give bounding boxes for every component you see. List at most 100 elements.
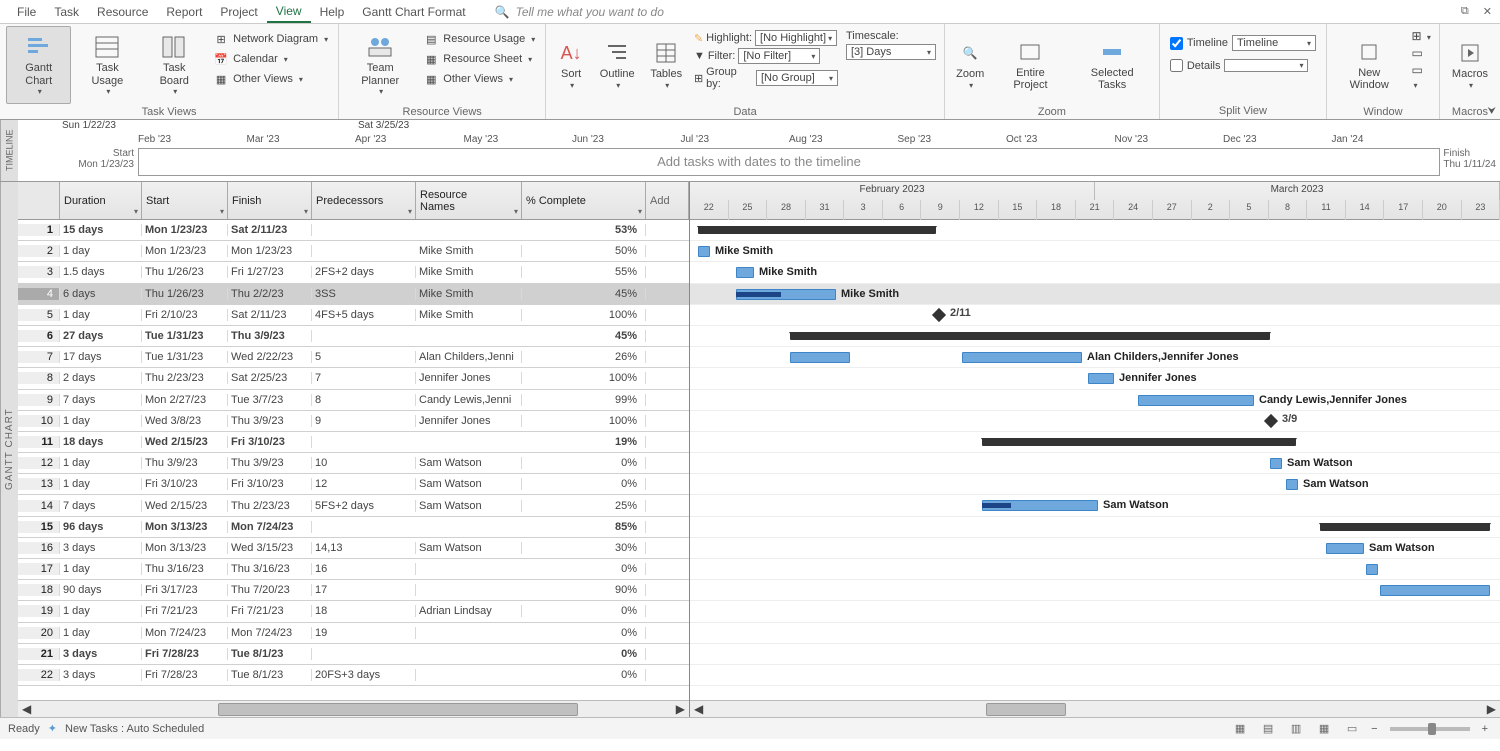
table-row[interactable]: 223 daysFri 7/28/23Tue 8/1/2320FS+3 days… [18,665,689,686]
row-number[interactable]: 1 [18,224,60,236]
cell-resource-names[interactable]: Mike Smith [416,245,522,257]
gantt-row[interactable] [690,559,1500,580]
cell-duration[interactable]: 1 day [60,478,142,490]
gantt-row[interactable]: 2/11 [690,305,1500,326]
view-shortcut-2[interactable]: ▤ [1255,720,1281,738]
cell-resource-names[interactable]: Sam Watson [416,500,522,512]
timeline-body[interactable]: Sun 1/22/23 Sat 3/25/23 Feb '23Mar '23Ap… [18,120,1500,181]
filter-control[interactable]: ▼ Filter: [No Filter]▾ [694,48,838,64]
gantt-task-bar[interactable]: Alan Childers,Jennifer Jones [962,352,1082,363]
close-window-icon[interactable]: ✕ [1483,5,1492,18]
gantt-row[interactable] [690,601,1500,622]
table-row[interactable]: 1118 daysWed 2/15/23Fri 3/10/2319% [18,432,689,453]
cell-percent-complete[interactable]: 100% [522,415,646,427]
cell-start[interactable]: Mon 3/13/23 [142,521,228,533]
team-planner-button[interactable]: Team Planner ▾ [345,26,415,104]
switch-windows-icon[interactable]: ▭ ▾ [1411,63,1430,91]
row-number[interactable]: 5 [18,309,60,321]
row-number[interactable]: 18 [18,584,60,596]
cell-start[interactable]: Mon 1/23/23 [142,224,228,236]
arrange-all-icon[interactable]: ⊞ ▾ [1411,29,1430,43]
gantt-row[interactable]: Sam Watson [690,474,1500,495]
timeline-checkbox[interactable]: Timeline Timeline▾ [1168,34,1318,52]
row-number[interactable]: 19 [18,605,60,617]
row-number[interactable]: 7 [18,351,60,363]
cell-predecessors[interactable]: 5 [312,351,416,363]
cell-percent-complete[interactable]: 99% [522,394,646,406]
cell-start[interactable]: Fri 2/10/23 [142,309,228,321]
cell-finish[interactable]: Thu 7/20/23 [228,584,312,596]
entire-project-button[interactable]: Entire Project [993,26,1067,104]
cell-percent-complete[interactable]: 85% [522,521,646,533]
row-number[interactable]: 3 [18,266,60,278]
cell-duration[interactable]: 1 day [60,415,142,427]
cell-percent-complete[interactable]: 25% [522,500,646,512]
gantt-row[interactable] [690,517,1500,538]
zoom-button[interactable]: 🔍 Zoom ▾ [951,26,989,104]
gantt-summary-bar[interactable] [790,332,1270,340]
cell-resource-names[interactable]: Mike Smith [416,266,522,278]
cell-finish[interactable]: Fri 3/10/23 [228,478,312,490]
cell-predecessors[interactable]: 16 [312,563,416,575]
gantt-chart-button[interactable]: Gantt Chart ▾ [6,26,71,104]
cell-predecessors[interactable]: 14,13 [312,542,416,554]
scroll-left-icon[interactable]: ◀ [18,702,35,716]
cell-finish[interactable]: Sat 2/25/23 [228,372,312,384]
cell-predecessors[interactable]: 3SS [312,288,416,300]
timescale-combo[interactable]: [3] Days▾ [846,44,936,60]
hide-window-icon[interactable]: ▭ [1411,46,1430,60]
tables-button[interactable]: Tables ▾ [644,26,687,104]
gantt-row[interactable]: Alan Childers,Jennifer Jones [690,347,1500,368]
new-window-button[interactable]: New Window [1333,26,1405,104]
cell-duration[interactable]: 7 days [60,500,142,512]
zoom-thumb[interactable] [1428,723,1436,735]
cell-duration[interactable]: 18 days [60,436,142,448]
gantt-task-bar[interactable]: Mike Smith [698,246,710,257]
cell-percent-complete[interactable]: 0% [522,627,646,639]
gantt-row[interactable]: Mike Smith [690,262,1500,283]
zoom-slider[interactable] [1390,727,1470,731]
column-duration[interactable]: Duration▾ [60,182,142,219]
restore-window-icon[interactable]: ⧉ [1461,5,1469,18]
row-number[interactable]: 6 [18,330,60,342]
table-hscroll[interactable]: ◀ ▶ [18,700,689,717]
other-task-views-button[interactable]: ▦ Other Views ▾ [211,70,330,88]
gantt-milestone[interactable] [932,308,946,322]
cell-percent-complete[interactable]: 100% [522,372,646,384]
menu-project[interactable]: Project [211,2,266,22]
scroll-left-icon[interactable]: ◀ [690,702,707,716]
cell-predecessors[interactable]: 19 [312,627,416,639]
highlight-combo[interactable]: [No Highlight]▾ [755,30,837,46]
view-shortcut-5[interactable]: ▭ [1339,720,1365,738]
other-resource-views-button[interactable]: ▦ Other Views ▾ [421,70,537,88]
cell-finish[interactable]: Mon 1/23/23 [228,245,312,257]
cell-duration[interactable]: 1 day [60,309,142,321]
cell-duration[interactable]: 7 days [60,394,142,406]
cell-predecessors[interactable]: 17 [312,584,416,596]
table-row[interactable]: 213 daysFri 7/28/23Tue 8/1/230% [18,644,689,665]
cell-duration[interactable]: 1 day [60,245,142,257]
cell-finish[interactable]: Fri 3/10/23 [228,436,312,448]
row-number[interactable]: 12 [18,457,60,469]
row-number[interactable]: 16 [18,542,60,554]
cell-finish[interactable]: Wed 3/15/23 [228,542,312,554]
gantt-summary-bar[interactable] [1320,523,1490,531]
cell-duration[interactable]: 1 day [60,457,142,469]
cell-predecessors[interactable]: 8 [312,394,416,406]
outline-button[interactable]: Outline ▾ [594,26,641,104]
cell-finish[interactable]: Tue 8/1/23 [228,648,312,660]
row-number[interactable]: 14 [18,500,60,512]
gantt-row[interactable] [690,432,1500,453]
gantt-summary-bar[interactable] [698,226,936,234]
cell-start[interactable]: Wed 3/8/23 [142,415,228,427]
cell-finish[interactable]: Thu 2/2/23 [228,288,312,300]
gantt-task-bar[interactable]: Sam Watson [1286,479,1298,490]
cell-percent-complete[interactable]: 0% [522,478,646,490]
cell-percent-complete[interactable]: 0% [522,457,646,469]
row-number[interactable]: 10 [18,415,60,427]
gantt-task-bar[interactable]: Jennifer Jones [1088,373,1114,384]
cell-resource-names[interactable]: Jennifer Jones [416,415,522,427]
gantt-row[interactable]: Sam Watson [690,538,1500,559]
row-number[interactable]: 21 [18,648,60,660]
cell-duration[interactable]: 3 days [60,669,142,681]
